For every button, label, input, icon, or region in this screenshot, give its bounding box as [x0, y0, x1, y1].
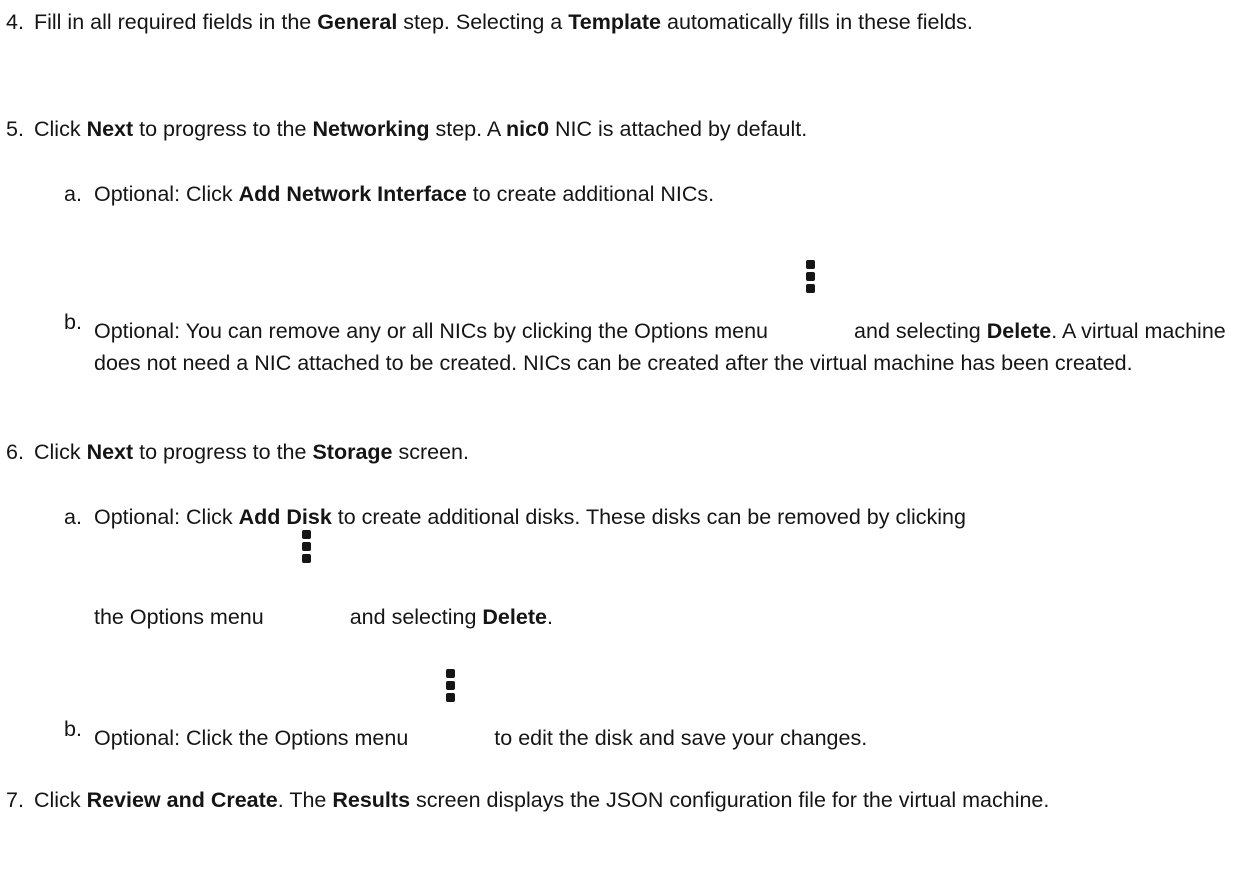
- step-number: 4.: [6, 10, 24, 34]
- substep-text: Optional: Click the Options menu to edit …: [94, 669, 1254, 754]
- networking-label: Networking: [312, 117, 430, 141]
- step-6: 6. Click Next to progress to the Storage…: [0, 436, 1230, 468]
- substep-text: Optional: Click Add Network Interface to…: [94, 182, 715, 206]
- substep-text: Optional: You can remove any or all NICs…: [94, 260, 1254, 379]
- substep-letter: a.: [64, 182, 82, 206]
- add-network-interface-label: Add Network Interface: [238, 182, 467, 206]
- results-label: Results: [332, 788, 411, 812]
- substep-text: Optional: Click Add Disk to create addit…: [94, 505, 966, 529]
- step-4: 4. Fill in all required fields in the Ge…: [0, 6, 1230, 38]
- step-text: Click Review and Create. The Results scr…: [34, 788, 1050, 812]
- review-and-create-label: Review and Create: [86, 788, 278, 812]
- kebab-vertical-icon: [264, 530, 350, 624]
- general-label: General: [317, 10, 398, 34]
- substep-letter: b.: [64, 310, 82, 334]
- step-text: Click Next to progress to the Storage sc…: [34, 440, 469, 464]
- substep-letter: a.: [64, 505, 82, 529]
- next-label: Next: [86, 117, 134, 141]
- kebab-vertical-icon: [408, 669, 494, 745]
- next-label: Next: [86, 440, 134, 464]
- kebab-vertical-icon: [768, 260, 854, 338]
- step-6a-continued: the Options menu and selecting Delete.: [64, 530, 1254, 633]
- step-number: 7.: [6, 788, 24, 812]
- nic0-label: nic0: [506, 117, 550, 141]
- substep-letter: b.: [64, 717, 82, 741]
- step-7: 7. Click Review and Create. The Results …: [0, 784, 1230, 816]
- step-number: 6.: [6, 440, 24, 464]
- substep-text: the Options menu and selecting Delete.: [94, 530, 1254, 633]
- step-text: Fill in all required fields in the Gener…: [34, 10, 973, 34]
- delete-label: Delete: [482, 605, 547, 629]
- add-disk-label: Add Disk: [238, 505, 332, 529]
- storage-label: Storage: [312, 440, 393, 464]
- template-label: Template: [568, 10, 662, 34]
- procedure-document: 4. Fill in all required fields in the Ge…: [0, 0, 1254, 870]
- step-5b: b. Optional: You can remove any or all N…: [64, 260, 1254, 379]
- step-number: 5.: [6, 117, 24, 141]
- step-5: 5. Click Next to progress to the Network…: [0, 113, 1230, 145]
- step-5a: a. Optional: Click Add Network Interface…: [64, 178, 1254, 210]
- step-6a: a. Optional: Click Add Disk to create ad…: [64, 501, 1254, 533]
- step-6b: b. Optional: Click the Options menu to ed…: [64, 669, 1254, 754]
- step-text: Click Next to progress to the Networking…: [34, 117, 808, 141]
- delete-label: Delete: [986, 319, 1052, 343]
